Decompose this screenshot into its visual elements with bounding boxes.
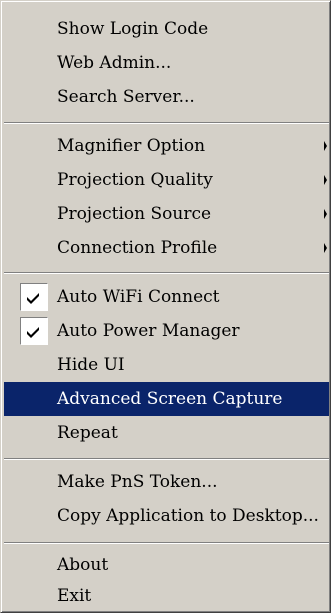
menu-item-connection-profile[interactable]: Connection Profile — [4, 231, 329, 265]
checkmark-icon — [27, 327, 39, 338]
menu-item-label: Search Server... — [57, 87, 195, 107]
menu-item-label: Repeat — [57, 423, 118, 443]
menu-item-copy-application-to-desktop[interactable]: Copy Application to Desktop... — [4, 499, 329, 533]
menu-item-label: Advanced Screen Capture — [57, 389, 283, 409]
menu-item-label: Projection Quality — [57, 170, 213, 190]
menu-item-label: Magnifier Option — [57, 136, 206, 156]
checkmark-box — [20, 283, 48, 311]
menu-item-label: Projection Source — [57, 204, 212, 224]
menu-item-label: Auto Power Manager — [57, 321, 240, 341]
submenu-arrow-icon — [324, 243, 327, 253]
menu-item-label: Exit — [57, 586, 92, 606]
menu-item-search-server[interactable]: Search Server... — [4, 80, 329, 114]
menu-separator — [4, 542, 329, 544]
submenu-arrow-icon — [324, 141, 327, 151]
checkmark-icon — [27, 293, 39, 304]
menu-item-web-admin[interactable]: Web Admin... — [4, 46, 329, 80]
menu-separator — [4, 272, 329, 274]
menu-item-label: Hide UI — [57, 355, 125, 375]
menu-separator — [4, 122, 329, 124]
context-menu: Show Login Code Web Admin... Search Serv… — [0, 0, 331, 613]
menu-item-show-login-code[interactable]: Show Login Code — [4, 12, 329, 46]
checkmark-box — [20, 317, 48, 345]
menu-separator — [4, 458, 329, 460]
menu-item-label: Show Login Code — [57, 19, 209, 39]
menu-item-auto-wifi-connect[interactable]: Auto WiFi Connect — [4, 280, 329, 314]
menu-item-hide-ui[interactable]: Hide UI — [4, 348, 329, 382]
menu-item-projection-source[interactable]: Projection Source — [4, 197, 329, 231]
submenu-arrow-icon — [324, 209, 327, 219]
menu-item-label: Connection Profile — [57, 238, 218, 258]
submenu-arrow-icon — [324, 175, 327, 185]
menu-item-label: About — [57, 555, 109, 575]
menu-item-magnifier-option[interactable]: Magnifier Option — [4, 129, 329, 163]
menu-item-make-pns-token[interactable]: Make PnS Token... — [4, 465, 329, 499]
menu-item-label: Auto WiFi Connect — [57, 287, 220, 307]
menu-item-repeat[interactable]: Repeat — [4, 416, 329, 450]
menu-item-advanced-screen-capture[interactable]: Advanced Screen Capture — [4, 382, 329, 416]
menu-item-about[interactable]: About — [4, 548, 329, 582]
menu-item-label: Web Admin... — [57, 53, 172, 73]
menu-item-label: Copy Application to Desktop... — [57, 506, 319, 526]
menu-item-projection-quality[interactable]: Projection Quality — [4, 163, 329, 197]
menu-item-auto-power-manager[interactable]: Auto Power Manager — [4, 314, 329, 348]
menu-item-exit[interactable]: Exit — [4, 579, 329, 613]
menu-item-label: Make PnS Token... — [57, 472, 218, 492]
